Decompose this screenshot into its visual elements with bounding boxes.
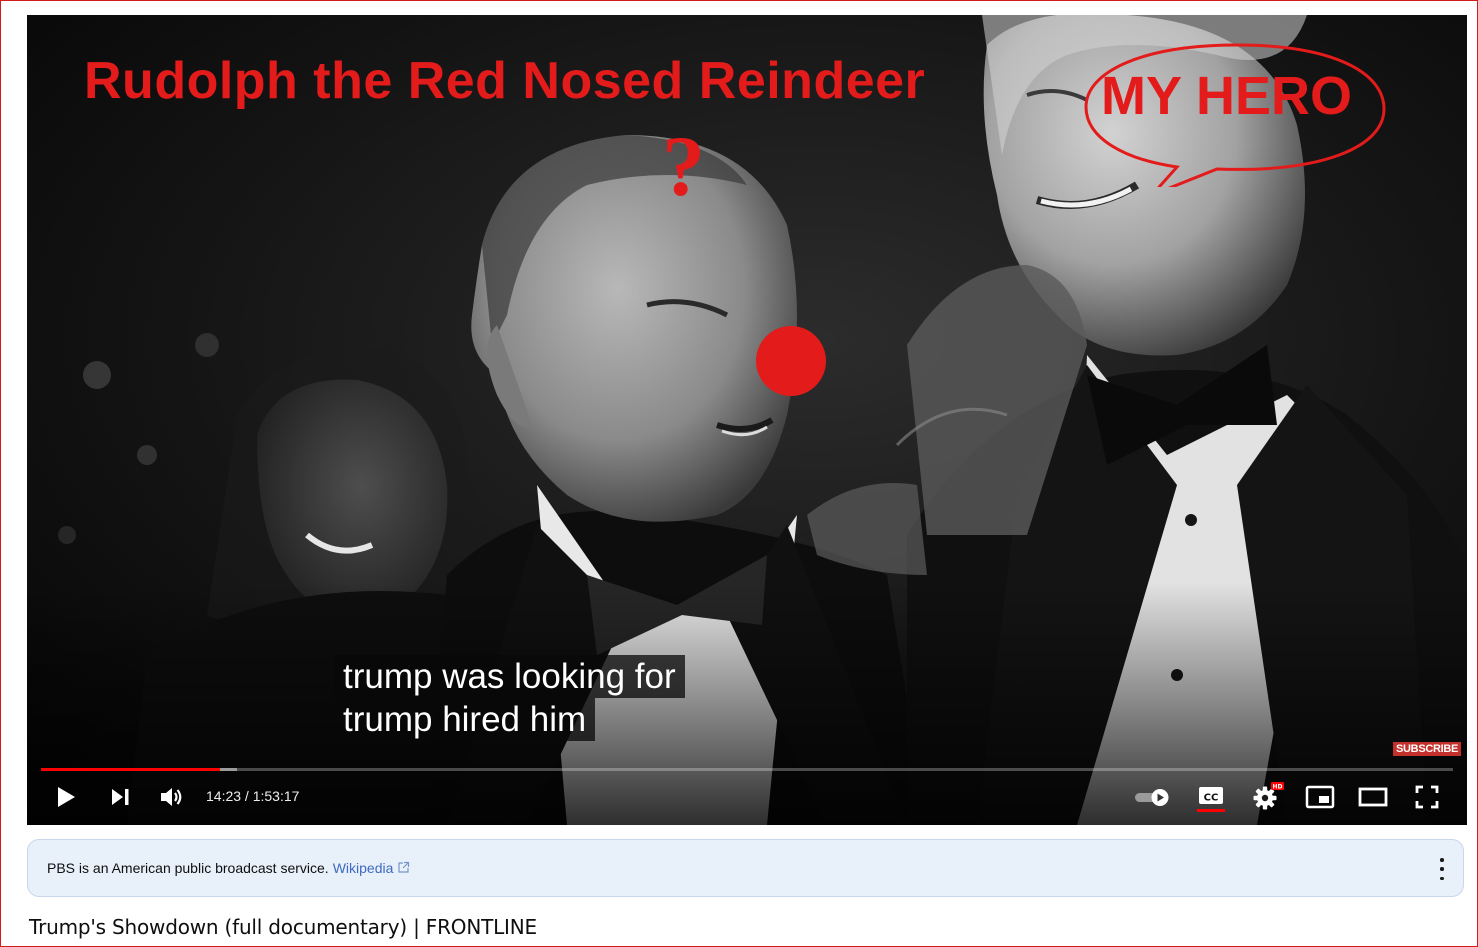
progress-played [41,768,221,771]
video-player[interactable]: Rudolph the Red Nosed Reindeer ? MY HERO… [27,15,1467,825]
more-vertical-icon[interactable] [1439,858,1445,880]
player-controls: 14:23 / 1:53:17 CC HD [27,775,1467,819]
info-description: PBS is an American public broadcast serv… [47,860,329,876]
overlay-question-mark: ? [662,118,705,214]
wikipedia-link[interactable]: Wikipedia [333,860,394,876]
caption-line-2: trump hired him [334,698,596,741]
speech-bubble-text: MY HERO [1101,66,1353,126]
play-icon [58,787,75,807]
settings-button[interactable]: HD [1251,782,1285,811]
volume-icon [161,788,182,806]
time-display: 14:23 / 1:53:17 [206,788,300,804]
svg-text:CC: CC [1204,793,1219,804]
miniplayer-icon [1305,785,1335,809]
subtitles-button[interactable]: CC [1195,783,1227,812]
next-video-button[interactable] [106,783,134,811]
info-panel: PBS is an American public broadcast serv… [27,839,1464,897]
mute-button[interactable] [158,783,186,811]
play-button[interactable] [52,783,80,811]
next-icon [112,789,129,805]
caption-line-1: trump was looking for [334,655,685,698]
overlay-title: Rudolph the Red Nosed Reindeer [84,52,926,110]
fullscreen-icon [1415,785,1439,809]
autoplay-toggle[interactable] [1133,783,1173,811]
miniplayer-button[interactable] [1304,783,1336,811]
caption-window: trump was looking for trump hired him [334,655,685,741]
progress-bar[interactable] [41,768,1453,771]
autoplay-toggle-icon [1135,789,1169,806]
theater-mode-icon [1358,787,1388,807]
fullscreen-button[interactable] [1413,783,1441,811]
subscribe-watermark[interactable]: SUBSCRIBE [1393,742,1462,756]
theater-mode-button[interactable] [1357,783,1389,811]
hd-badge: HD [1272,784,1282,791]
closed-captions-icon: CC [1197,787,1225,812]
settings-gear-icon: HD [1253,782,1284,810]
video-title: Trump's Showdown (full documentary) | FR… [29,915,537,939]
info-panel-text: PBS is an American public broadcast serv… [47,860,410,876]
external-link-icon[interactable] [397,861,410,874]
